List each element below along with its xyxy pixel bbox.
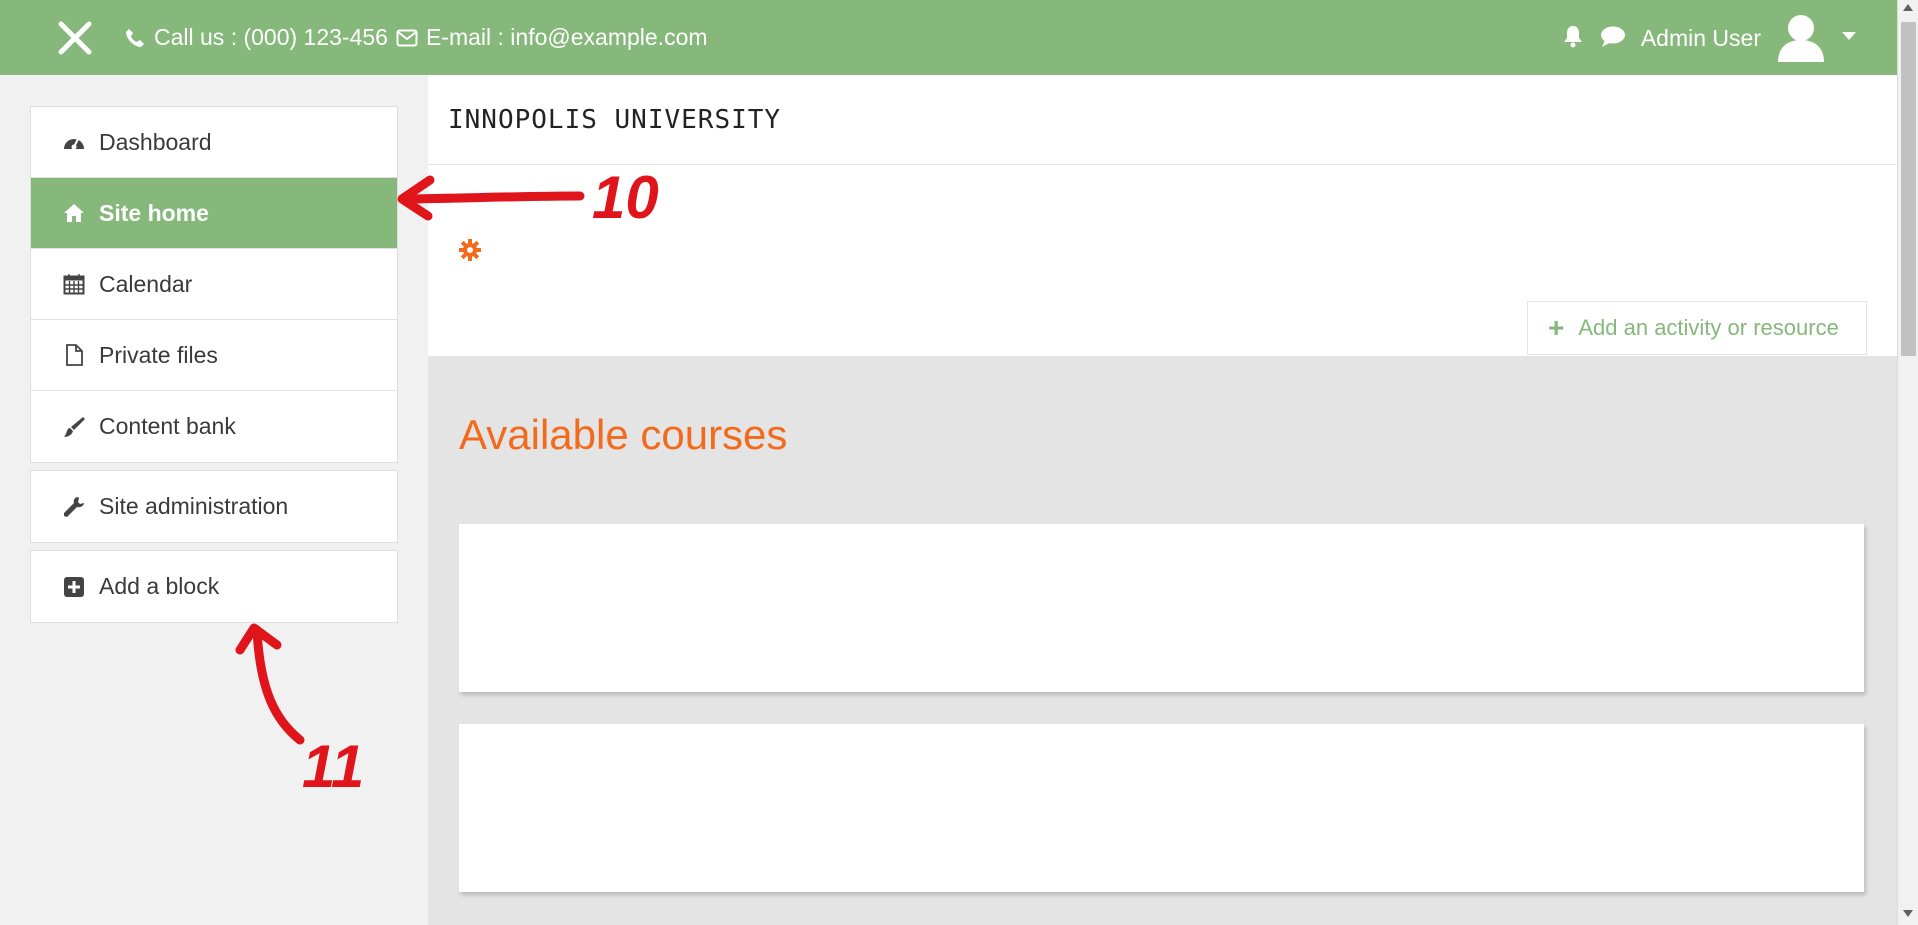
sidebar-item-label: Site home (99, 199, 209, 226)
page: Call us : (000) 123-456 E-mail : info@ex… (0, 0, 1918, 925)
bell-icon[interactable] (1561, 24, 1585, 53)
close-icon (58, 21, 92, 55)
wrench-icon (61, 494, 87, 520)
page-header: INNOPOLIS UNIVERSITY + Add an activity o… (428, 75, 1897, 356)
sidebar-item-label: Content bank (99, 413, 236, 439)
annotation-label-11: 11 (302, 733, 364, 800)
close-drawer-button[interactable] (56, 19, 94, 57)
sidebar-item-label: Site administration (99, 493, 289, 519)
user-name[interactable]: Admin User (1641, 25, 1761, 52)
course-card[interactable] (459, 724, 1864, 892)
scroll-down-arrow-icon[interactable] (1903, 910, 1913, 917)
sidebar-item-label: Calendar (99, 270, 193, 297)
paintbrush-icon (61, 414, 87, 440)
page-scrollbar[interactable] (1897, 0, 1918, 925)
avatar[interactable] (1775, 12, 1827, 64)
dashboard-icon (61, 129, 87, 155)
envelope-icon (396, 27, 418, 49)
scroll-up-arrow-icon[interactable] (1903, 4, 1913, 11)
sidebar-item-site-administration[interactable]: Site administration (31, 471, 397, 542)
plus-square-icon (61, 574, 87, 600)
home-icon (61, 200, 87, 226)
file-icon (61, 342, 87, 368)
chat-icon[interactable] (1599, 24, 1627, 53)
add-block-button[interactable]: Add a block (31, 551, 397, 622)
logo-row: INNOPOLIS UNIVERSITY (428, 75, 1897, 165)
sidebar-item-calendar[interactable]: Calendar (31, 249, 397, 320)
phone-icon (124, 27, 146, 49)
gear-icon[interactable] (458, 238, 482, 262)
site-administration-block: Site administration (30, 470, 398, 543)
university-logo[interactable]: INNOPOLIS UNIVERSITY (448, 105, 781, 135)
sidebar-item-label: Add a block (99, 573, 220, 599)
chevron-down-icon[interactable] (1841, 29, 1857, 47)
email-text: E-mail : info@example.com (425, 24, 708, 50)
sidebar-item-label: Private files (99, 341, 218, 368)
calendar-icon (61, 271, 87, 297)
course-card[interactable] (459, 524, 1864, 692)
scroll-thumb[interactable] (1901, 22, 1916, 356)
main-content: INNOPOLIS UNIVERSITY + Add an activity o… (428, 75, 1897, 925)
available-courses-heading: Available courses (459, 411, 788, 458)
annotation-arrow-11 (235, 623, 305, 745)
contact-info: Call us : (000) 123-456 E-mail : info@ex… (124, 24, 708, 51)
sidebar-item-site-home[interactable]: Site home (31, 178, 397, 249)
top-navbar: Call us : (000) 123-456 E-mail : info@ex… (0, 0, 1897, 75)
add-activity-label: Add an activity or resource (1578, 315, 1839, 340)
add-block-section: Add a block (30, 550, 398, 623)
add-activity-button[interactable]: + Add an activity or resource (1527, 301, 1867, 355)
phone-text: Call us : (000) 123-456 (154, 24, 388, 50)
main-navigation: Dashboard Site home Calendar Private fil… (30, 106, 398, 463)
sidebar-item-dashboard[interactable]: Dashboard (31, 107, 397, 178)
plus-icon: + (1548, 312, 1565, 343)
sidebar-item-private-files[interactable]: Private files (31, 320, 397, 391)
sidebar-item-label: Dashboard (99, 128, 212, 155)
sidebar: Dashboard Site home Calendar Private fil… (30, 106, 398, 623)
sidebar-item-content-bank[interactable]: Content bank (31, 391, 397, 462)
user-menu[interactable]: Admin User (1561, 10, 1857, 66)
